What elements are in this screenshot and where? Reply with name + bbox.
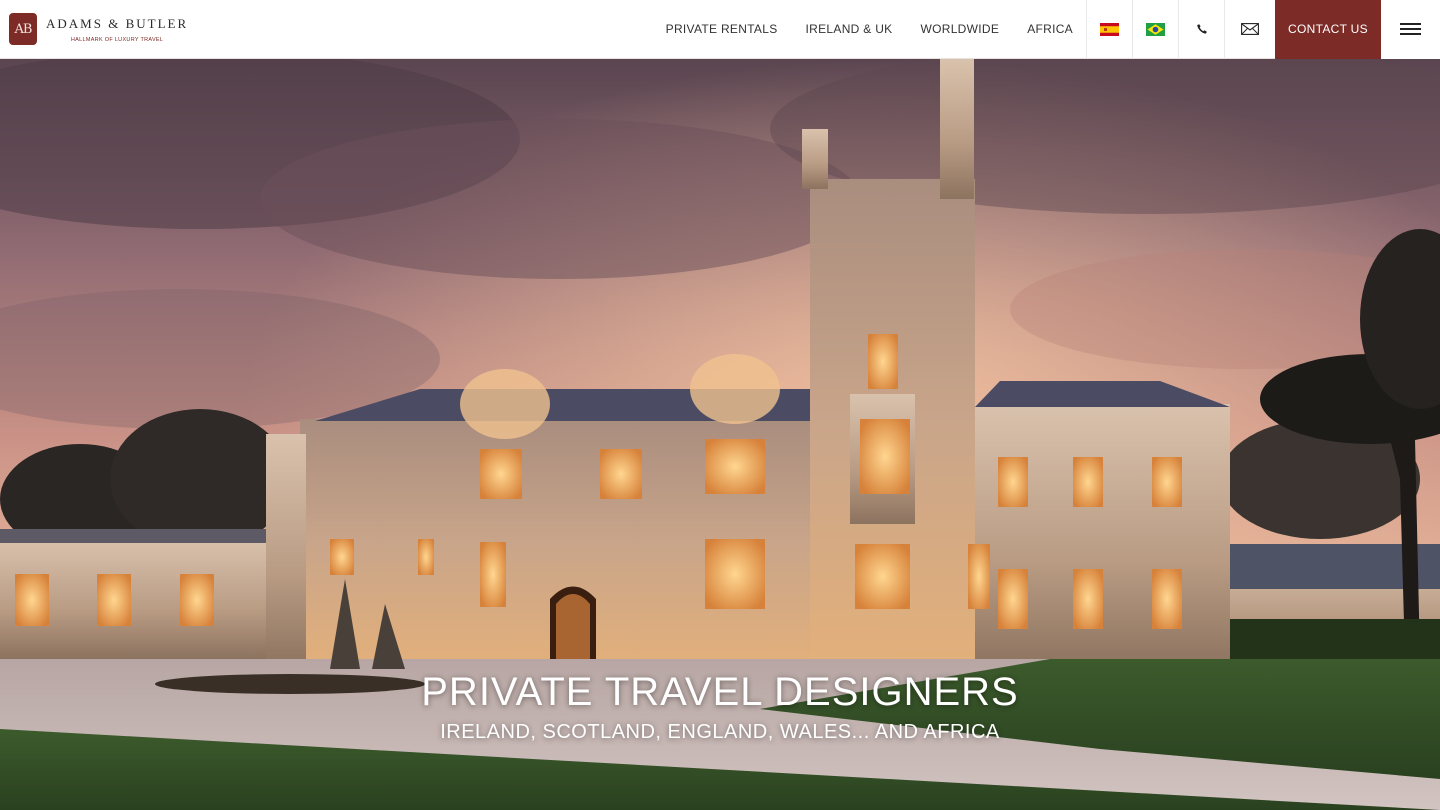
language-spanish-button[interactable] — [1086, 0, 1132, 59]
site-header: AB ADAMS & BUTLER HALLMARK OF LUXURY TRA… — [0, 0, 1440, 59]
contact-us-button[interactable]: CONTACT US — [1275, 0, 1381, 59]
spain-flag-icon — [1100, 22, 1119, 36]
main-nav: PRIVATE RENTALS IRELAND & UK WORLDWIDE A… — [652, 0, 1440, 59]
brazil-flag-icon — [1146, 22, 1165, 36]
brand-name: ADAMS & BUTLER — [46, 15, 189, 31]
nav-link-africa[interactable]: AFRICA — [1013, 0, 1086, 59]
brand-tagline: HALLMARK OF LUXURY TRAVEL — [70, 36, 164, 43]
menu-button[interactable] — [1381, 0, 1440, 59]
hero-section: PRIVATE TRAVEL DESIGNERS IRELAND, SCOTLA… — [0, 59, 1440, 810]
hero-title: PRIVATE TRAVEL DESIGNERS — [421, 670, 1019, 714]
brand-logo[interactable]: AB ADAMS & BUTLER HALLMARK OF LUXURY TRA… — [0, 0, 300, 58]
phone-button[interactable] — [1178, 0, 1224, 59]
email-button[interactable] — [1224, 0, 1275, 59]
nav-link-ireland-uk[interactable]: IRELAND & UK — [792, 0, 907, 59]
nav-link-private-rentals[interactable]: PRIVATE RENTALS — [652, 0, 792, 59]
language-portuguese-button[interactable] — [1132, 0, 1178, 59]
envelope-icon — [1241, 23, 1259, 35]
hero-subtitle: IRELAND, SCOTLAND, ENGLAND, WALES... AND… — [440, 721, 1000, 743]
phone-icon — [1196, 24, 1207, 34]
nav-link-worldwide[interactable]: WORLDWIDE — [906, 0, 1013, 59]
hamburger-menu-icon — [1400, 23, 1421, 35]
brand-monogram: AB — [9, 13, 37, 45]
brand-wordmark: ADAMS & BUTLER HALLMARK OF LUXURY TRAVEL — [46, 16, 188, 43]
